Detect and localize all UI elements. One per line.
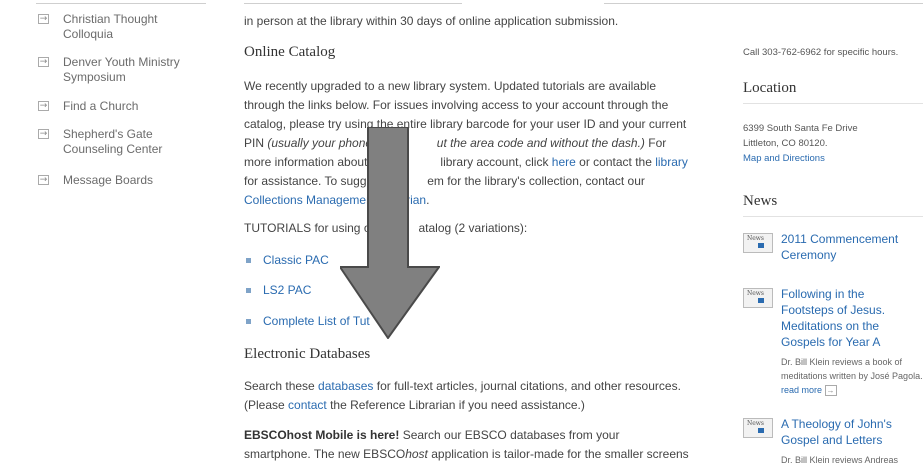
news-icon-label: News [747, 420, 765, 427]
catalog-text-d: or contact the [575, 155, 656, 169]
sidebar-item-label: Find a Church [63, 99, 139, 113]
arrow-right-icon: → [38, 100, 49, 111]
library-link[interactable]: library [655, 155, 688, 169]
top-border-right [604, 3, 923, 4]
sidebar-item-message-boards[interactable]: → Message Boards [38, 173, 153, 188]
ebsco-text-italic: host [405, 447, 428, 461]
sidebar-item-label: Christian Thought Colloquia [63, 12, 158, 41]
ls2-pac-link[interactable]: LS2 PAC [263, 281, 311, 300]
ebsco-bold: EBSCOhost Mobile is here! [244, 428, 400, 442]
sidebar-item-label: Message Boards [63, 173, 154, 187]
arrow-right-icon: → [38, 13, 49, 24]
classic-pac-link[interactable]: Classic PAC [263, 251, 329, 270]
electronic-databases-heading: Electronic Databases [244, 346, 371, 362]
ls2-pac-item: LS2 PAC [246, 281, 311, 300]
classic-pac-item: Classic PAC [246, 251, 329, 270]
hours-text: Call 303-762-6962 for specific hours. [743, 47, 899, 58]
contact-link[interactable]: contact [288, 398, 327, 412]
databases-text-b: for full-text articles, journal citation… [373, 379, 681, 393]
read-more-link[interactable]: read more [781, 385, 822, 395]
news-summary-text: Dr. Bill Klein reviews a book of meditat… [781, 357, 923, 381]
databases-link[interactable]: databases [318, 379, 373, 393]
databases-text-a: Search these [244, 379, 319, 393]
sidebar-item-denver-youth[interactable]: → Denver Youth Ministry Symposium [38, 55, 193, 85]
down-arrow-icon [340, 127, 440, 339]
bullet-square-icon [246, 319, 251, 324]
ebsco-text-a: Search our EBSCO databases from your [399, 428, 620, 442]
sidebar-item-label: Shepherd's Gate Counseling Center [63, 127, 163, 156]
arrow-right-icon: → [38, 128, 49, 139]
address-line-1: 6399 South Santa Fe Drive [743, 123, 858, 134]
top-border-mid [244, 3, 462, 4]
read-more-arrow-icon[interactable]: → [824, 385, 837, 396]
news-icon: News [743, 233, 773, 253]
news-divider [743, 216, 923, 217]
bullet-square-icon [246, 258, 251, 263]
databases-text-c: (Please [244, 398, 289, 412]
online-catalog-heading: Online Catalog [244, 44, 336, 60]
arrow-right-icon: → [38, 56, 49, 67]
sidebar-item-shepherds-gate[interactable]: → Shepherd's Gate Counseling Center [38, 127, 183, 157]
address-line-2: Littleton, CO 80120. [743, 138, 828, 149]
news-item-footsteps[interactable]: News Following in the Footsteps of Jesus… [743, 286, 911, 350]
intro-text: in person at the library within 30 days … [244, 14, 619, 28]
news-icon: News [743, 288, 773, 308]
here-link[interactable]: here [552, 155, 576, 169]
ebsco-text-b: smartphone. The new EBSCO [244, 447, 406, 461]
top-border-left [36, 3, 206, 4]
map-directions-link[interactable]: Map and Directions [743, 151, 825, 166]
location-heading: Location [743, 80, 797, 96]
news-summary: Dr. Bill Klein reviews Andreas [781, 455, 899, 465]
news-icon-label: News [747, 290, 765, 297]
news-heading: News [743, 193, 778, 209]
news-summary: Dr. Bill Klein reviews a book of meditat… [781, 355, 923, 397]
arrow-right-icon: → [38, 174, 49, 185]
sidebar-item-find-church[interactable]: → Find a Church [38, 99, 138, 114]
sidebar-item-christian-thought[interactable]: → Christian Thought Colloquia [38, 12, 173, 42]
location-divider [743, 103, 923, 104]
news-title[interactable]: A Theology of John's Gospel and Letters [781, 416, 911, 448]
news-icon: News [743, 418, 773, 438]
sidebar-item-label: Denver Youth Ministry Symposium [63, 55, 180, 84]
catalog-text-italic-2: ut the area code and without the dash.) [436, 136, 645, 150]
catalog-text-f: em for the library's collection, contact… [427, 174, 645, 188]
databases-paragraph: Search these databases for full-text art… [244, 377, 694, 415]
bullet-square-icon [246, 288, 251, 293]
news-title[interactable]: Following in the Footsteps of Jesus. Med… [781, 286, 911, 350]
tutorials-text: TUTORIALS for using o atalog (2 variation… [244, 219, 694, 238]
news-item-commencement[interactable]: News 2011 Commencement Ceremony [743, 231, 911, 263]
catalog-paragraph: We recently upgraded to a new library sy… [244, 77, 692, 210]
news-item-john-theology[interactable]: News A Theology of John's Gospel and Let… [743, 416, 911, 448]
news-title[interactable]: 2011 Commencement Ceremony [781, 231, 911, 263]
databases-text-d: the Reference Librarian if you need assi… [326, 398, 585, 412]
ebsco-text-c: application is tailor-made for the small… [427, 447, 689, 461]
news-icon-label: News [747, 235, 765, 242]
ebsco-paragraph: EBSCOhost Mobile is here! Search our EBS… [244, 426, 694, 464]
catalog-text-c: library account, click [437, 155, 552, 169]
